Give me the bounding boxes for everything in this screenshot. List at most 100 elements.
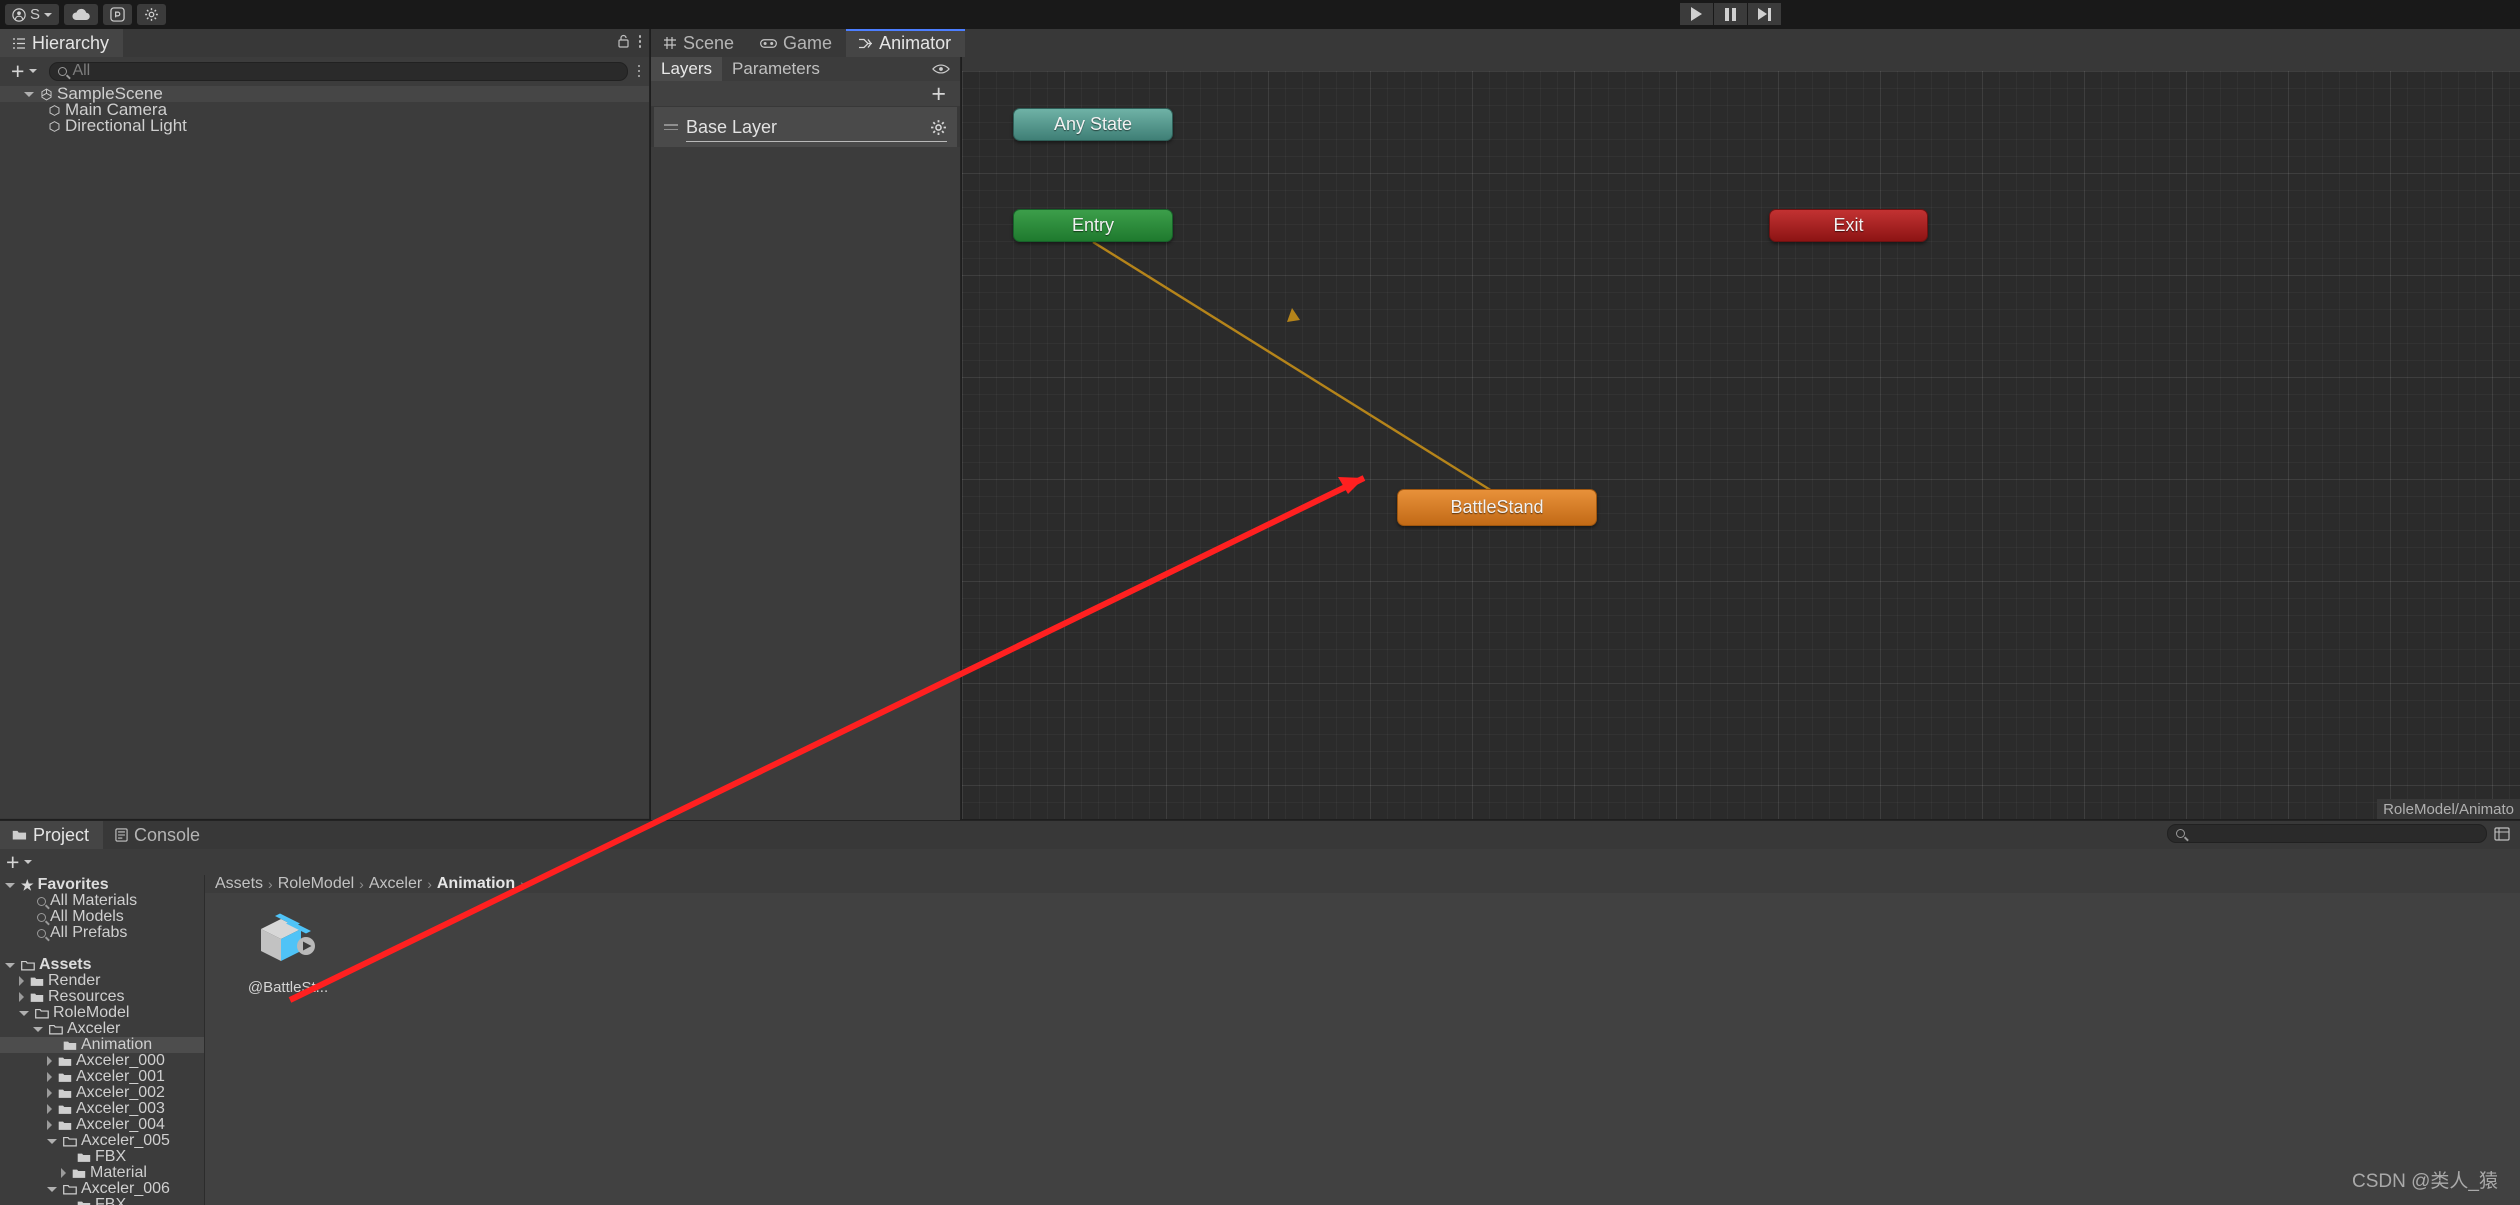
project-tree-item[interactable]: FBX [0, 1197, 204, 1205]
chevron-right-icon[interactable] [47, 1056, 52, 1066]
project-tree-item[interactable]: Assets [0, 957, 204, 973]
plus-icon: + [6, 854, 19, 870]
project-tree-item[interactable]: Axceler_001 [0, 1069, 204, 1085]
project-tree-item[interactable]: Axceler_003 [0, 1101, 204, 1117]
account-icon [12, 8, 26, 22]
project-tree-item[interactable]: FBX [0, 1149, 204, 1165]
chevron-right-icon[interactable] [47, 1088, 52, 1098]
project-tree-item[interactable]: Animation [0, 1037, 204, 1053]
cloud-button[interactable] [64, 4, 98, 25]
playback-controls [1680, 3, 1781, 25]
folder-open-icon [21, 960, 35, 971]
subtab-layers[interactable]: Layers [651, 57, 722, 81]
tab-hierarchy[interactable]: Hierarchy [0, 29, 123, 57]
chevron-down-icon[interactable] [24, 92, 34, 97]
project-tree-item[interactable]: Axceler [0, 1021, 204, 1037]
project-tree-item[interactable]: Axceler_004 [0, 1117, 204, 1133]
chevron-right-icon[interactable] [47, 1120, 52, 1130]
chevron-right-icon: › [359, 876, 364, 892]
project-body: ★FavoritesAll MaterialsAll ModelsAll Pre… [0, 875, 2520, 1205]
search-icon [2176, 829, 2185, 838]
chevron-down-icon[interactable] [5, 883, 15, 888]
layer-weight-slider[interactable] [686, 141, 947, 142]
tab-game[interactable]: Game [748, 29, 846, 57]
gear-icon [144, 7, 159, 22]
hierarchy-search-placeholder: All [72, 62, 90, 80]
project-asset-grid[interactable]: @BattleSt... [205, 893, 2520, 1205]
tab-project[interactable]: Project [0, 821, 103, 849]
pause-button[interactable] [1714, 3, 1747, 25]
chevron-down-icon[interactable] [47, 1187, 57, 1192]
project-tree-item-label: All Prefabs [50, 924, 127, 942]
animator-view-tabbar: Scene Game Animator [651, 29, 2520, 57]
hierarchy-item-directional-light[interactable]: Directional Light [0, 118, 649, 134]
project-search-input[interactable] [2167, 824, 2487, 843]
kebab-menu-icon[interactable] [639, 35, 642, 48]
project-tree-item[interactable]: RoleModel [0, 1005, 204, 1021]
project-tree-item[interactable]: Axceler_005 [0, 1133, 204, 1149]
gear-icon[interactable] [930, 119, 947, 136]
folder-icon [58, 1104, 72, 1115]
unity-scene-icon [40, 88, 53, 101]
project-breadcrumb-item[interactable]: Assets [215, 875, 263, 893]
hierarchy-add-button[interactable]: + [5, 63, 43, 79]
asset-item[interactable]: @BattleSt... [233, 911, 343, 996]
folder-open-icon [35, 1008, 49, 1019]
play-button[interactable] [1680, 3, 1713, 25]
animator-layers-panel: Layers Parameters + Base Layer [651, 29, 961, 819]
chevron-down-icon[interactable] [33, 1027, 43, 1032]
project-tree-item[interactable]: Material [0, 1165, 204, 1181]
chevron-down-icon[interactable] [5, 963, 15, 968]
tab-scene[interactable]: Scene [651, 29, 748, 57]
account-button[interactable]: S [5, 4, 59, 25]
project-breadcrumb-item[interactable]: Animation [437, 875, 515, 893]
lock-icon[interactable] [617, 34, 630, 49]
project-tree-item[interactable]: All Models [0, 909, 204, 925]
settings-button[interactable] [137, 4, 166, 25]
project-add-button[interactable]: + [0, 854, 38, 870]
step-button[interactable] [1748, 3, 1781, 25]
project-breadcrumb-item[interactable]: Axceler [369, 875, 422, 893]
project-tree-item[interactable]: Render [0, 973, 204, 989]
project-breadcrumb-item[interactable]: RoleModel [278, 875, 354, 893]
hierarchy-search-input[interactable]: All [49, 62, 627, 81]
chevron-right-icon[interactable] [19, 992, 24, 1002]
drag-handle-icon[interactable] [664, 124, 678, 130]
folder-icon [77, 1152, 91, 1163]
state-node-any-state[interactable]: Any State [1013, 108, 1173, 141]
state-node-battle-stand[interactable]: BattleStand [1397, 489, 1597, 526]
tab-animator[interactable]: Animator [846, 29, 965, 57]
layers-empty-area [651, 147, 960, 871]
hierarchy-tab-actions [617, 34, 642, 49]
project-folder-tree[interactable]: ★FavoritesAll MaterialsAll ModelsAll Pre… [0, 875, 205, 1205]
chevron-right-icon[interactable] [47, 1104, 52, 1114]
project-tree-item[interactable]: Resources [0, 989, 204, 1005]
add-layer-button[interactable]: + [931, 86, 946, 102]
watermark-label: CSDN @类人_猿 [2352, 1166, 2498, 1193]
unity-services-button[interactable] [103, 4, 132, 25]
project-tree-item[interactable]: All Prefabs [0, 925, 204, 941]
state-node-entry[interactable]: Entry [1013, 209, 1173, 242]
chevron-right-icon[interactable] [19, 976, 24, 986]
subtab-parameters[interactable]: Parameters [722, 57, 830, 81]
plus-icon: + [11, 63, 24, 79]
project-tabbar: Project Console [0, 821, 2520, 849]
project-tree-item[interactable]: Axceler_002 [0, 1085, 204, 1101]
state-node-exit[interactable]: Exit [1769, 209, 1928, 242]
project-view-options-icon[interactable] [2494, 827, 2510, 841]
state-node-label: Entry [1072, 215, 1114, 236]
tab-console[interactable]: Console [103, 821, 214, 849]
chevron-down-icon[interactable] [47, 1139, 57, 1144]
project-tree-item[interactable]: Axceler_006 [0, 1181, 204, 1197]
chevron-right-icon[interactable] [47, 1072, 52, 1082]
animator-state-machine-canvas[interactable]: Any State Entry Exit BattleStand [962, 71, 2520, 819]
main-toolbar: S [0, 0, 2520, 29]
project-tree-item[interactable]: ★Favorites [0, 877, 204, 893]
project-tree-item[interactable]: All Materials [0, 893, 204, 909]
layer-item-base-layer[interactable]: Base Layer [654, 107, 957, 147]
hierarchy-options-icon[interactable] [638, 65, 641, 78]
project-tree-item[interactable]: Axceler_000 [0, 1053, 204, 1069]
chevron-right-icon[interactable] [61, 1168, 66, 1178]
eye-icon[interactable] [932, 63, 950, 75]
chevron-down-icon[interactable] [19, 1011, 29, 1016]
